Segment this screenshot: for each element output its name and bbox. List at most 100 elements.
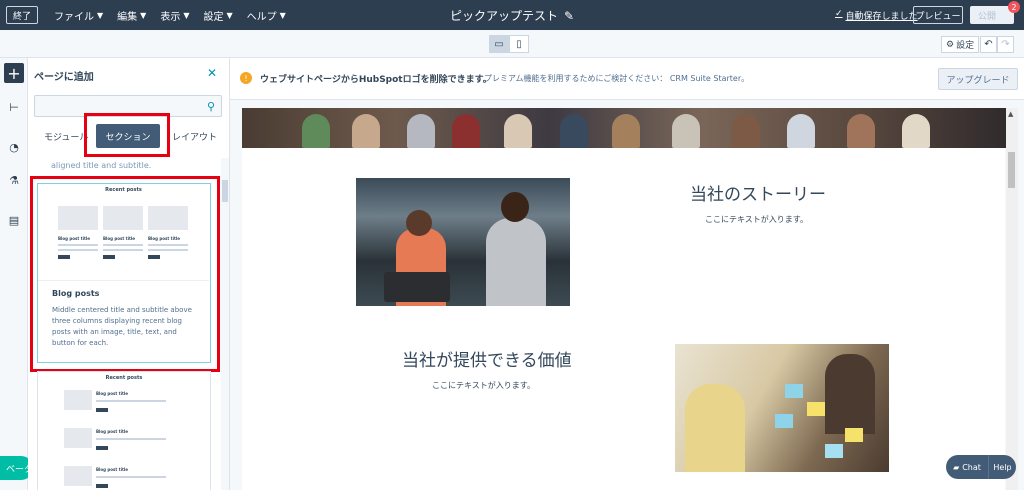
optimize-icon[interactable]: ◔ bbox=[7, 140, 21, 154]
hero-image[interactable] bbox=[242, 108, 1010, 148]
scrollbar-thumb[interactable] bbox=[1008, 152, 1015, 188]
image-placeholder-icon bbox=[148, 206, 188, 230]
exit-button[interactable]: 終了 bbox=[6, 6, 39, 24]
value-image[interactable] bbox=[675, 344, 889, 472]
laptop-shape bbox=[384, 272, 450, 302]
hero-person bbox=[732, 114, 760, 148]
scroll-up-arrow-icon[interactable]: ▲ bbox=[1008, 110, 1013, 118]
close-icon[interactable]: ✕ bbox=[207, 66, 217, 80]
redo-button[interactable]: ↷ bbox=[997, 36, 1014, 53]
upgrade-button[interactable]: アップグレード bbox=[938, 68, 1018, 90]
sticky-note bbox=[785, 384, 803, 398]
help-button[interactable]: Help bbox=[988, 455, 1016, 479]
person-shape bbox=[406, 210, 432, 236]
story-heading[interactable]: 当社のストーリー bbox=[690, 180, 826, 205]
desktop-view-button[interactable]: ▭ bbox=[489, 35, 509, 53]
thumbnail-post-title: Blog post title bbox=[148, 236, 180, 241]
section-thumbnail: Recent posts Blog post title Blog post t… bbox=[38, 184, 209, 281]
image-placeholder-icon bbox=[64, 466, 92, 486]
preview-button[interactable]: プレビュー bbox=[913, 6, 963, 24]
chevron-down-icon: ▼ bbox=[226, 10, 233, 20]
panel-scrollbar[interactable] bbox=[221, 158, 229, 490]
section-card-recent-posts-list[interactable]: Recent posts Blog post title Blog post t… bbox=[37, 371, 211, 490]
story-image[interactable] bbox=[356, 178, 570, 306]
page-title[interactable]: ピックアップテスト ✎ bbox=[450, 7, 574, 24]
menu-help[interactable]: ヘルプ ▼ bbox=[247, 8, 286, 23]
image-placeholder-icon bbox=[64, 428, 92, 448]
menu-view[interactable]: 表示 ▼ bbox=[160, 8, 189, 23]
thumbnail-column: Blog post title bbox=[148, 206, 188, 278]
story-text[interactable]: ここにテキストが入ります。 bbox=[705, 214, 808, 225]
page-title-text: ピックアップテスト bbox=[450, 9, 559, 23]
desktop-icon: ▭ bbox=[494, 38, 504, 50]
hero-person bbox=[787, 114, 815, 148]
autosave-status[interactable]: ✓ 自動保存しました bbox=[835, 9, 918, 22]
menu-settings[interactable]: 設定 ▼ bbox=[203, 8, 232, 23]
thumbnail-post-title: Blog post title bbox=[96, 429, 128, 434]
menu-file[interactable]: ファイル ▼ bbox=[54, 8, 103, 23]
redo-icon: ↷ bbox=[1001, 39, 1010, 50]
page-icon[interactable]: ▤ bbox=[7, 213, 21, 227]
panel-title: ページに追加 bbox=[34, 72, 94, 83]
mobile-icon: ▯ bbox=[516, 38, 522, 50]
test-flask-icon[interactable]: ⚗ bbox=[7, 173, 21, 187]
undo-button[interactable]: ↶ bbox=[980, 36, 997, 53]
thumbnail-post-title: Blog post title bbox=[96, 391, 128, 396]
person-shape bbox=[825, 354, 875, 434]
tab-modules[interactable]: モジュール bbox=[44, 130, 88, 143]
banner-main-text: ウェブサイトページからHubSpotロゴを削除できます。 bbox=[260, 75, 492, 85]
chevron-down-icon: ▼ bbox=[97, 10, 104, 20]
tab-layouts[interactable]: レイアウト bbox=[172, 130, 217, 143]
sticky-note bbox=[845, 428, 863, 442]
menu-bar: ファイル ▼ 編集 ▼ 表示 ▼ 設定 ▼ ヘルプ ▼ bbox=[54, 8, 300, 23]
settings-button[interactable]: ⚙ 設定 bbox=[941, 36, 980, 53]
value-heading[interactable]: 当社が提供できる価値 bbox=[402, 346, 572, 371]
editor-canvas: ! ウェブサイトページからHubSpotロゴを削除できます。 プレミアム機能を利… bbox=[230, 58, 1024, 490]
image-placeholder-icon bbox=[103, 206, 143, 230]
notification-badge: 2 bbox=[1008, 1, 1020, 13]
thumbnail-row: Blog post title bbox=[64, 466, 194, 490]
hero-person bbox=[672, 114, 700, 148]
hero-person bbox=[352, 114, 380, 148]
hero-person bbox=[560, 114, 588, 148]
section-description: Middle centered title and subtitle above… bbox=[52, 306, 192, 347]
publish-label: 公開 bbox=[978, 11, 997, 22]
gear-icon: ⚙ bbox=[946, 39, 955, 50]
thumbnail-post-title: Blog post title bbox=[103, 236, 135, 241]
pencil-icon[interactable]: ✎ bbox=[564, 9, 574, 23]
top-bar: 終了 ファイル ▼ 編集 ▼ 表示 ▼ 設定 ▼ ヘルプ ▼ ピックアップテスト ✎ ✓ … bbox=[0, 0, 1024, 30]
upgrade-banner: ! ウェブサイトページからHubSpotロゴを削除できます。 プレミアム機能を利… bbox=[230, 58, 1024, 100]
left-rail: + ⊢ ◔ ⚗ ▤ bbox=[0, 58, 28, 490]
hero-person bbox=[504, 114, 532, 148]
menu-edit[interactable]: 編集 ▼ bbox=[117, 8, 146, 23]
thumbnail-column: Blog post title bbox=[58, 206, 98, 278]
thumbnail-post-title: Blog post title bbox=[96, 467, 128, 472]
chevron-down-icon: ▼ bbox=[183, 10, 190, 20]
undo-icon: ↶ bbox=[984, 39, 993, 50]
sticky-note bbox=[775, 414, 793, 428]
chat-button[interactable]: ▰ Chat bbox=[946, 455, 988, 479]
person-shape bbox=[501, 192, 529, 222]
section-card-blog-posts[interactable]: Recent posts Blog post title Blog post t… bbox=[37, 183, 211, 363]
scrollbar-thumb[interactable] bbox=[222, 180, 228, 202]
banner-sub-text: プレミアム機能を利用するためにご検討ください： CRM Suite Starte… bbox=[484, 74, 750, 83]
thumbnail-button bbox=[58, 255, 70, 259]
page-body: 当社のストーリー ここにテキストが入ります。 当社が提供できる価値 ここにテキス… bbox=[242, 148, 1005, 490]
thumbnail-row: Blog post title bbox=[64, 390, 194, 418]
canvas-scrollbar[interactable]: ▲ bbox=[1006, 108, 1018, 490]
menu-help-label: ヘルプ bbox=[246, 11, 277, 23]
add-button[interactable]: + bbox=[4, 63, 24, 83]
image-placeholder-icon bbox=[58, 206, 98, 230]
mobile-view-button[interactable]: ▯ bbox=[509, 35, 529, 53]
thumbnail-row: Blog post title bbox=[64, 428, 194, 456]
settings-label: 設定 bbox=[956, 41, 975, 51]
structure-icon[interactable]: ⊢ bbox=[7, 100, 21, 114]
value-text[interactable]: ここにテキストが入ります。 bbox=[432, 380, 535, 391]
chevron-down-icon: ▼ bbox=[140, 10, 147, 20]
section-name: Blog posts bbox=[52, 289, 100, 298]
menu-file-label: ファイル bbox=[54, 11, 95, 23]
hero-person bbox=[902, 114, 930, 148]
autosave-label: 自動保存しました bbox=[845, 12, 918, 22]
sticky-note bbox=[807, 402, 825, 416]
search-icon[interactable]: ⚲ bbox=[207, 100, 215, 113]
